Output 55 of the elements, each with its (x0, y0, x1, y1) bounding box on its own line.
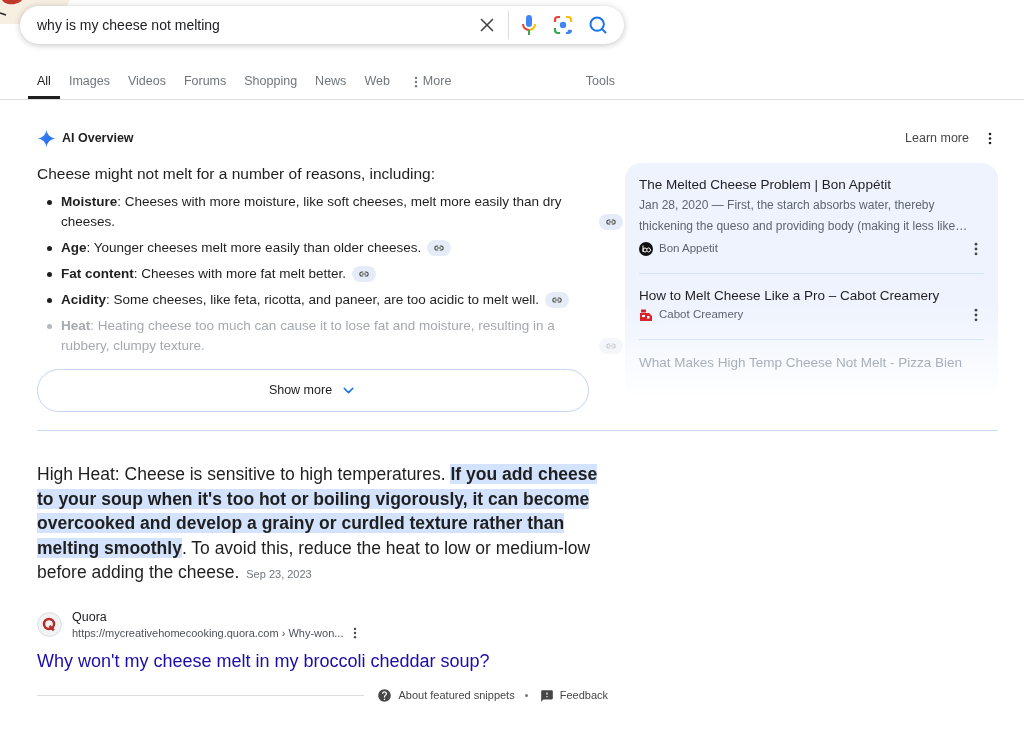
link-icon (434, 243, 445, 253)
microphone-icon[interactable] (521, 14, 537, 36)
list-item-text: Fat content: Cheeses with more fat melt better. (61, 265, 347, 283)
link-icon (359, 269, 370, 279)
show-more-button[interactable]: Show more (37, 369, 589, 412)
help-icon[interactable] (377, 688, 393, 703)
kebab-menu-icon[interactable] (974, 242, 978, 256)
camera-search-icon[interactable] (553, 15, 573, 35)
list-item-text: Moisture: Cheeses with more moisture, like soft cheeses, melt more easily than dry cheeses. (61, 193, 563, 231)
source-title-link[interactable]: How to Melt Cheese Like a Pro – Cabot Creamery (639, 286, 984, 306)
citation-link-button[interactable] (352, 266, 377, 282)
link-icon (552, 295, 562, 305)
link-icon (606, 217, 616, 227)
source-site-name: Bon Appetit (659, 241, 718, 257)
source-snippet: Jan 28, 2020 — First, the starch absorbs water, thereby thickening the queso and providing body (making it less like… (639, 197, 969, 235)
site-logo-icon (37, 612, 62, 637)
overview-intro: Cheese might not melt for a number of reasons, including: (37, 164, 437, 184)
bullet-icon (46, 271, 52, 277)
section-title: AI Overview (62, 129, 134, 147)
source-name: Quora (72, 608, 108, 625)
kebab-menu-icon[interactable] (988, 131, 992, 145)
source-site-name: Cabot Creamery (659, 307, 744, 323)
tab[interactable]: All (28, 64, 60, 99)
about-snippets-link[interactable]: About featured snippets (398, 687, 515, 704)
bullet-icon (46, 245, 52, 251)
result-title-link[interactable]: Why won't my cheese melt in my broccoli cheddar soup? (37, 650, 490, 671)
search-icon[interactable] (588, 15, 608, 35)
tab[interactable]: Images (59, 64, 119, 99)
tools-button[interactable]: Tools (576, 64, 624, 99)
source-url: https://mycreativehomecooking.quora.com › Why-won... (72, 625, 344, 641)
tab[interactable]: Forums (174, 64, 236, 99)
sparkle-icon (37, 128, 56, 148)
bullet-icon (46, 297, 52, 303)
bullet-icon (46, 323, 52, 329)
list-item-text: Acidity: Some cheeses, like feta, ricotta, and paneer, are too acidic to melt well. (61, 291, 539, 309)
feedback-link[interactable]: Feedback (559, 687, 608, 704)
search-field[interactable]: why is my cheese not melting (20, 6, 624, 44)
learn-more-link[interactable]: Learn more (905, 128, 969, 148)
kebab-menu-icon[interactable] (353, 626, 358, 639)
list-item-text: Heat: Heating cheese too much can cause it to lose fat and moisture, resulting in a rubbery, clumpy texture. (61, 317, 556, 355)
tab[interactable]: Videos (118, 64, 175, 99)
feedback-icon[interactable] (539, 688, 554, 703)
citation-link-button[interactable] (427, 240, 452, 256)
tab[interactable]: More (404, 64, 461, 99)
list-item-text: Age: Younger cheeses melt more easily than older cheeses. (61, 239, 422, 257)
tab[interactable]: Shopping (235, 64, 307, 99)
citation-link-button[interactable] (599, 214, 623, 230)
tab[interactable]: Web (355, 64, 399, 99)
snippet-text: High Heat: Cheese is sensitive to high temperatures. If you add cheese to your soup when it's too hot or boiling vigorously, it can become overcooked and develop a grainy or curdled texture rather than melting smoothly. To avoid this, reduce the heat to low or medium-low before adding the cheese. Sep 23, 2023 (37, 463, 599, 584)
source-title-link[interactable]: The Melted Cheese Problem | Bon Appétit (639, 175, 984, 195)
tab[interactable]: News (306, 64, 356, 99)
citation-link-button[interactable] (545, 292, 569, 308)
kebab-menu-icon[interactable] (974, 308, 978, 322)
bullet-icon (46, 199, 52, 205)
link-icon (606, 341, 616, 351)
